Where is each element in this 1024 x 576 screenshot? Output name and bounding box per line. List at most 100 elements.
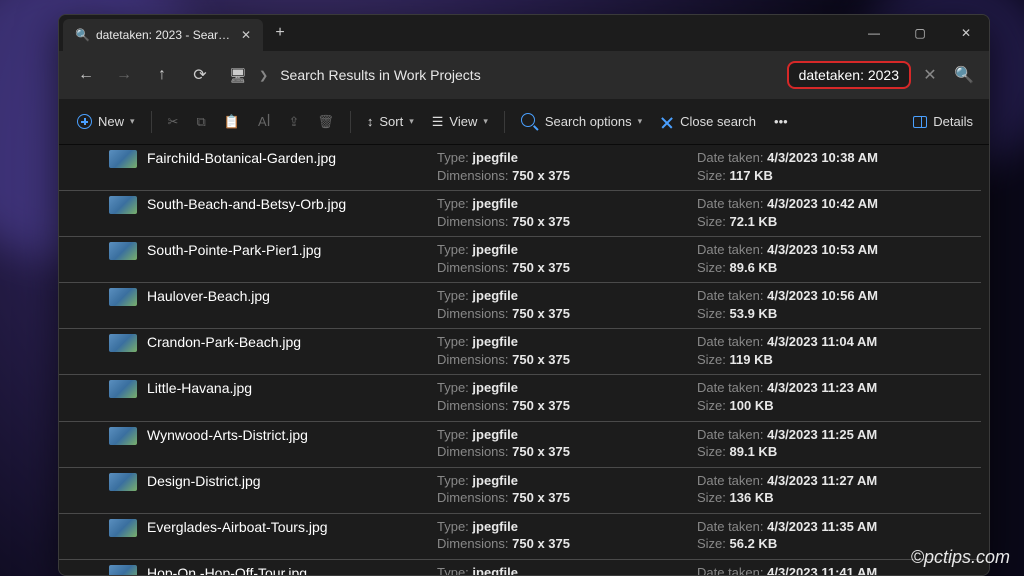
file-thumbnail [109,473,137,491]
file-date-size: Date taken: 4/3/2023 10:38 AMSize: 117 K… [697,149,981,184]
titlebar-drag-area[interactable] [297,15,851,51]
chevron-down-icon: ▾ [130,116,135,127]
file-date-size: Date taken: 4/3/2023 11:27 AMSize: 136 K… [697,472,981,507]
trash-icon: 🗑 [317,114,334,130]
chevron-down-icon: ▾ [483,116,488,127]
file-row[interactable]: South-Pointe-Park-Pier1.jpgType: jpegfil… [59,237,981,283]
file-date-size: Date taken: 4/3/2023 11:25 AMSize: 89.1 … [697,426,981,461]
delete-button: 🗑 [309,105,342,139]
file-date-size: Date taken: 4/3/2023 10:56 AMSize: 53.9 … [697,287,981,322]
chevron-down-icon: ▾ [409,116,414,127]
clear-search-button[interactable]: ✕ [915,65,945,85]
more-button[interactable]: ••• [766,105,796,139]
file-meta: Type: jpegfileDimensions: 750 x 375 [437,333,697,368]
file-name: Crandon-Park-Beach.jpg [147,333,437,350]
file-list[interactable]: Fairchild-Botanical-Garden.jpgType: jpeg… [59,145,989,575]
file-meta: Type: jpegfileDimensions: 750 x 375 [437,564,697,575]
explorer-window: 🔍 datetaken: 2023 - Search Resu ✕ + — ▢ … [58,14,990,576]
file-name: Little-Havana.jpg [147,379,437,396]
file-meta: Type: jpegfileDimensions: 750 x 375 [437,241,697,276]
maximize-button[interactable]: ▢ [897,15,943,51]
plus-icon [77,114,92,129]
file-thumbnail [109,380,137,398]
sort-button[interactable]: ↕ Sort ▾ [359,105,422,139]
details-pane-icon [913,116,927,128]
file-thumbnail [109,242,137,260]
file-name: Everglades-Airboat-Tours.jpg [147,518,437,535]
file-thumbnail [109,519,137,537]
file-name: Wynwood-Arts-District.jpg [147,426,437,443]
file-date-size: Date taken: 4/3/2023 11:04 AMSize: 119 K… [697,333,981,368]
copy-icon: ⧉ [196,114,205,130]
file-row[interactable]: Fairchild-Botanical-Garden.jpgType: jpeg… [59,145,981,191]
share-button: ⇪ [280,105,307,139]
file-name: Design-District.jpg [147,472,437,489]
new-tab-button[interactable]: + [263,15,297,51]
search-icon: 🔍 [75,28,90,42]
search-submit-button[interactable]: 🔍 [949,65,979,85]
file-row[interactable]: Haulover-Beach.jpgType: jpegfileDimensio… [59,283,981,329]
file-thumbnail [109,334,137,352]
file-meta: Type: jpegfileDimensions: 750 x 375 [437,287,697,322]
file-date-size: Date taken: 4/3/2023 10:42 AMSize: 72.1 … [697,195,981,230]
titlebar: 🔍 datetaken: 2023 - Search Resu ✕ + — ▢ … [59,15,989,51]
file-row[interactable]: Hop-On,-Hop-Off-Tour.jpgType: jpegfileDi… [59,560,981,575]
chevron-down-icon: ▾ [638,116,643,127]
active-tab[interactable]: 🔍 datetaken: 2023 - Search Resu ✕ [63,19,263,51]
file-thumbnail [109,288,137,306]
file-name: Haulover-Beach.jpg [147,287,437,304]
new-button[interactable]: New ▾ [69,105,143,139]
back-button[interactable]: ← [69,58,103,92]
file-meta: Type: jpegfileDimensions: 750 x 375 [437,195,697,230]
navigation-bar: ← → ↑ ⟳ 🖥 ❯ Search Results in Work Proje… [59,51,989,99]
file-meta: Type: jpegfileDimensions: 750 x 375 [437,472,697,507]
file-meta: Type: jpegfileDimensions: 750 x 375 [437,426,697,461]
breadcrumb-chevron-icon: ❯ [259,69,268,82]
view-icon: ☰ [432,114,444,130]
rename-icon: Aꟾ [258,114,271,130]
command-bar: New ▾ ✂ ⧉ 📋 Aꟾ ⇪ 🗑 ↕ Sort ▾ ☰ View ▾ Sea… [59,99,989,145]
file-meta: Type: jpegfileDimensions: 750 x 375 [437,149,697,184]
search-query-text: datetaken: 2023 [799,67,899,83]
close-window-button[interactable]: ✕ [943,15,989,51]
close-search-button[interactable]: Close search [652,105,764,139]
up-button[interactable]: ↑ [145,58,179,92]
file-meta: Type: jpegfileDimensions: 750 x 375 [437,518,697,553]
file-row[interactable]: Crandon-Park-Beach.jpgType: jpegfileDime… [59,329,981,375]
file-row[interactable]: Little-Havana.jpgType: jpegfileDimension… [59,375,981,421]
scissors-icon: ✂ [168,114,179,130]
forward-button[interactable]: → [107,58,141,92]
file-name: South-Beach-and-Betsy-Orb.jpg [147,195,437,212]
view-button[interactable]: ☰ View ▾ [424,105,496,139]
breadcrumb-text: Search Results in Work Projects [280,67,480,83]
file-date-size: Date taken: 4/3/2023 10:53 AMSize: 89.6 … [697,241,981,276]
sort-icon: ↕ [367,114,374,129]
tab-title: datetaken: 2023 - Search Resu [96,28,233,42]
share-icon: ⇪ [288,114,299,130]
file-date-size: Date taken: 4/3/2023 11:35 AMSize: 56.2 … [697,518,981,553]
paste-button: 📋 [216,105,248,139]
file-row[interactable]: South-Beach-and-Betsy-Orb.jpgType: jpegf… [59,191,981,237]
file-date-size: Date taken: 4/3/2023 11:23 AMSize: 100 K… [697,379,981,414]
breadcrumb[interactable]: Search Results in Work Projects [272,67,782,83]
refresh-button[interactable]: ⟳ [183,58,217,92]
file-thumbnail [109,196,137,214]
file-name: South-Pointe-Park-Pier1.jpg [147,241,437,258]
paste-icon: 📋 [224,114,240,130]
details-pane-button[interactable]: Details [907,114,979,129]
cut-button: ✂ [160,105,187,139]
close-tab-button[interactable]: ✕ [239,28,253,42]
search-box[interactable]: datetaken: 2023 [787,61,911,89]
rename-button: Aꟾ [250,105,279,139]
minimize-button[interactable]: — [851,15,897,51]
file-name: Fairchild-Botanical-Garden.jpg [147,149,437,166]
pc-icon[interactable]: 🖥 [221,58,255,92]
file-thumbnail [109,565,137,575]
file-row[interactable]: Everglades-Airboat-Tours.jpgType: jpegfi… [59,514,981,560]
file-row[interactable]: Wynwood-Arts-District.jpgType: jpegfileD… [59,422,981,468]
file-thumbnail [109,150,137,168]
file-meta: Type: jpegfileDimensions: 750 x 375 [437,379,697,414]
file-row[interactable]: Design-District.jpgType: jpegfileDimensi… [59,468,981,514]
search-options-button[interactable]: Search options ▾ [513,105,650,139]
search-options-icon [521,113,539,131]
